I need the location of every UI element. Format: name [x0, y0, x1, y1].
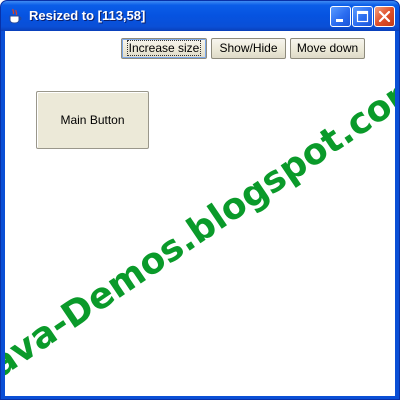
window-title: Resized to [113,58] — [29, 8, 146, 23]
show-hide-button[interactable]: Show/Hide — [211, 38, 286, 59]
content-pane: Increase size Show/Hide Move down Main B… — [5, 31, 395, 396]
main-button[interactable]: Main Button — [36, 91, 149, 149]
close-icon — [378, 10, 391, 23]
app-window: Resized to [113,58] Increase size Show/H… — [0, 0, 400, 400]
minimize-button[interactable] — [330, 6, 351, 27]
increase-size-label: Increase size — [126, 40, 202, 56]
show-hide-label: Show/Hide — [219, 41, 278, 55]
maximize-button[interactable] — [352, 6, 373, 27]
main-button-label: Main Button — [60, 113, 125, 127]
maximize-icon — [356, 10, 369, 23]
minimize-icon — [336, 19, 343, 22]
java-cup-icon[interactable] — [7, 8, 23, 24]
increase-size-button[interactable]: Increase size — [121, 38, 207, 59]
close-button[interactable] — [374, 6, 395, 27]
title-bar[interactable]: Resized to [113,58] — [1, 1, 399, 31]
move-down-button[interactable]: Move down — [290, 38, 365, 59]
move-down-label: Move down — [296, 41, 359, 55]
